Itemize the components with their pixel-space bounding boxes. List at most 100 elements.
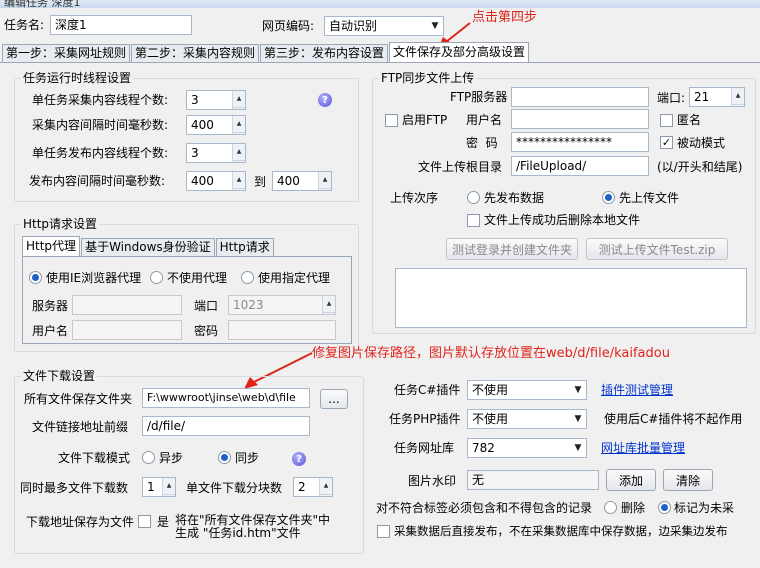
browse-button[interactable]: ...: [320, 389, 348, 409]
help-icon[interactable]: ?: [292, 452, 306, 466]
spin-up-icon[interactable]: ▲: [233, 172, 245, 189]
publish-threads-spinner[interactable]: 3 ▲▼: [186, 143, 246, 163]
passive-mode-checkbox[interactable]: ✓: [660, 136, 673, 149]
spin-down-icon[interactable]: ▼: [233, 133, 245, 134]
spin-down-icon[interactable]: ▼: [233, 161, 245, 162]
collect-interval-spinner[interactable]: 400 ▲▼: [186, 115, 246, 135]
tab-http-proxy[interactable]: Http代理: [22, 236, 81, 256]
help-icon[interactable]: ?: [318, 93, 332, 107]
ftp-password-input[interactable]: ****************: [511, 132, 649, 152]
proxy-ie-label: 使用IE浏览器代理: [46, 271, 142, 285]
plugin-test-link[interactable]: 插件测试管理: [601, 382, 673, 398]
save-as-file-label: 下载地址保存为文件: [26, 515, 135, 529]
link-prefix-label: 文件链接地址前缀: [32, 420, 129, 434]
proxy-ie-radio[interactable]: [29, 271, 42, 284]
save-as-file-checkbox[interactable]: [138, 515, 151, 528]
main-tabs: 第一步：采集网址规则 第二步：采集内容规则 第三步：发布内容设置 文件保存及部分…: [2, 42, 530, 62]
test-upload-button[interactable]: 测试上传文件Test.zip: [586, 238, 728, 260]
task-name-input[interactable]: 深度1: [50, 15, 192, 35]
mode-async-radio[interactable]: [142, 451, 155, 464]
tab-http-request[interactable]: Http请求: [215, 238, 274, 256]
tab-step1[interactable]: 第一步：采集网址规则: [2, 44, 131, 62]
chevron-down-icon: ▼: [574, 443, 582, 453]
watermark-add-button[interactable]: 添加: [606, 469, 656, 491]
publish-threads-label: 单任务发布内容线程个数:: [32, 146, 169, 160]
ftp-server-label: FTP服务器: [450, 90, 508, 104]
order-upload-first-label: 先上传文件: [619, 191, 680, 205]
proxy-password-input[interactable]: [228, 320, 336, 340]
proxy-port-label: 端口: [194, 299, 219, 313]
spin-down-icon[interactable]: ▼: [319, 189, 331, 190]
csharp-plugin-label: 任务C#插件: [394, 383, 461, 397]
publish-interval-label: 发布内容间隔时间毫秒数:: [29, 174, 166, 188]
proxy-user-input[interactable]: [72, 320, 182, 340]
order-upload-first-radio[interactable]: [602, 191, 615, 204]
anonymous-checkbox[interactable]: [660, 114, 673, 127]
spin-up-icon[interactable]: ▲: [233, 91, 245, 108]
ftp-root-input[interactable]: /FileUpload/: [511, 156, 649, 176]
tab-step2[interactable]: 第二步：采集内容规则: [131, 44, 260, 62]
spin-up-icon[interactable]: ▲: [323, 296, 335, 313]
tab-step3[interactable]: 第三步：发布内容设置: [260, 44, 389, 62]
php-plugin-value: 不使用: [472, 412, 509, 426]
proxy-port-spinner[interactable]: 1023 ▲▼: [228, 295, 336, 315]
test-login-button[interactable]: 测试登录并创建文件夹: [446, 238, 578, 260]
tab-divider: [0, 62, 760, 63]
ftp-port-spinner[interactable]: 21 ▲▼: [689, 87, 745, 107]
spin-down-icon[interactable]: ▼: [233, 108, 245, 109]
csharp-plugin-select[interactable]: 不使用 ▼: [467, 380, 587, 400]
urldb-select[interactable]: 782 ▼: [467, 438, 587, 458]
urldb-manage-link[interactable]: 网址库批量管理: [601, 440, 685, 456]
watermark-clear-button[interactable]: 清除: [663, 469, 713, 491]
collect-threads-value: 3: [191, 93, 199, 107]
chevron-down-icon: ▼: [574, 414, 582, 424]
csharp-plugin-value: 不使用: [472, 383, 509, 397]
proxy-server-input[interactable]: [72, 295, 182, 315]
max-files-value: 1: [147, 480, 155, 494]
delete-local-label: 文件上传成功后删除本地文件: [484, 213, 641, 227]
ftp-server-input[interactable]: [511, 87, 649, 107]
ftp-log-area[interactable]: [395, 268, 747, 328]
save-folder-label: 所有文件保存文件夹: [24, 392, 133, 406]
spin-down-icon[interactable]: ▼: [320, 495, 332, 496]
tab-step4[interactable]: 文件保存及部分高级设置: [389, 42, 530, 62]
invalid-delete-radio[interactable]: [604, 501, 617, 514]
spin-up-icon[interactable]: ▲: [320, 478, 332, 495]
order-publish-first-radio[interactable]: [467, 191, 480, 204]
publish-interval-from-spinner[interactable]: 400 ▲▼: [186, 171, 246, 191]
http-tabs: Http代理 基于Windows身份验证 Http请求: [22, 236, 275, 256]
chunks-value: 2: [298, 480, 306, 494]
spin-up-icon[interactable]: ▲: [233, 116, 245, 133]
spin-down-icon[interactable]: ▼: [732, 105, 744, 106]
chunks-spinner[interactable]: 2 ▲▼: [293, 477, 333, 497]
enable-ftp-checkbox[interactable]: [385, 114, 398, 127]
encoding-select[interactable]: 自动识别 ▼: [324, 16, 444, 36]
spin-up-icon[interactable]: ▲: [233, 144, 245, 161]
mode-sync-radio[interactable]: [218, 451, 231, 464]
watermark-input[interactable]: 无: [467, 470, 599, 490]
proxy-port-value: 1023: [233, 298, 264, 312]
spin-up-icon[interactable]: ▲: [163, 478, 175, 495]
spin-up-icon[interactable]: ▲: [319, 172, 331, 189]
direct-publish-checkbox[interactable]: [377, 525, 390, 538]
max-files-spinner[interactable]: 1 ▲▼: [142, 477, 176, 497]
delete-local-checkbox[interactable]: [467, 214, 480, 227]
spin-down-icon[interactable]: ▼: [233, 189, 245, 190]
chevron-down-icon: ▼: [574, 385, 582, 395]
radio-selected-dot: [605, 194, 612, 201]
proxy-none-radio[interactable]: [150, 271, 163, 284]
spin-down-icon[interactable]: ▼: [323, 313, 335, 314]
ftp-user-input[interactable]: [511, 109, 649, 129]
spin-down-icon[interactable]: ▼: [163, 495, 175, 496]
tab-windows-auth[interactable]: 基于Windows身份验证: [81, 238, 215, 256]
invalid-mark-radio[interactable]: [658, 501, 671, 514]
collect-threads-spinner[interactable]: 3 ▲▼: [186, 90, 246, 110]
proxy-custom-radio[interactable]: [241, 271, 254, 284]
php-plugin-select[interactable]: 不使用 ▼: [467, 409, 587, 429]
save-folder-input[interactable]: F:\wwwroot\jinse\web\d\file: [142, 388, 310, 408]
spin-up-icon[interactable]: ▲: [732, 88, 744, 105]
save-as-file-yes-label: 是: [157, 515, 170, 529]
publish-interval-to-spinner[interactable]: 400 ▲▼: [272, 171, 332, 191]
link-prefix-input[interactable]: /d/file/: [142, 416, 310, 436]
window-title: 编辑任务 深度1: [4, 0, 81, 8]
